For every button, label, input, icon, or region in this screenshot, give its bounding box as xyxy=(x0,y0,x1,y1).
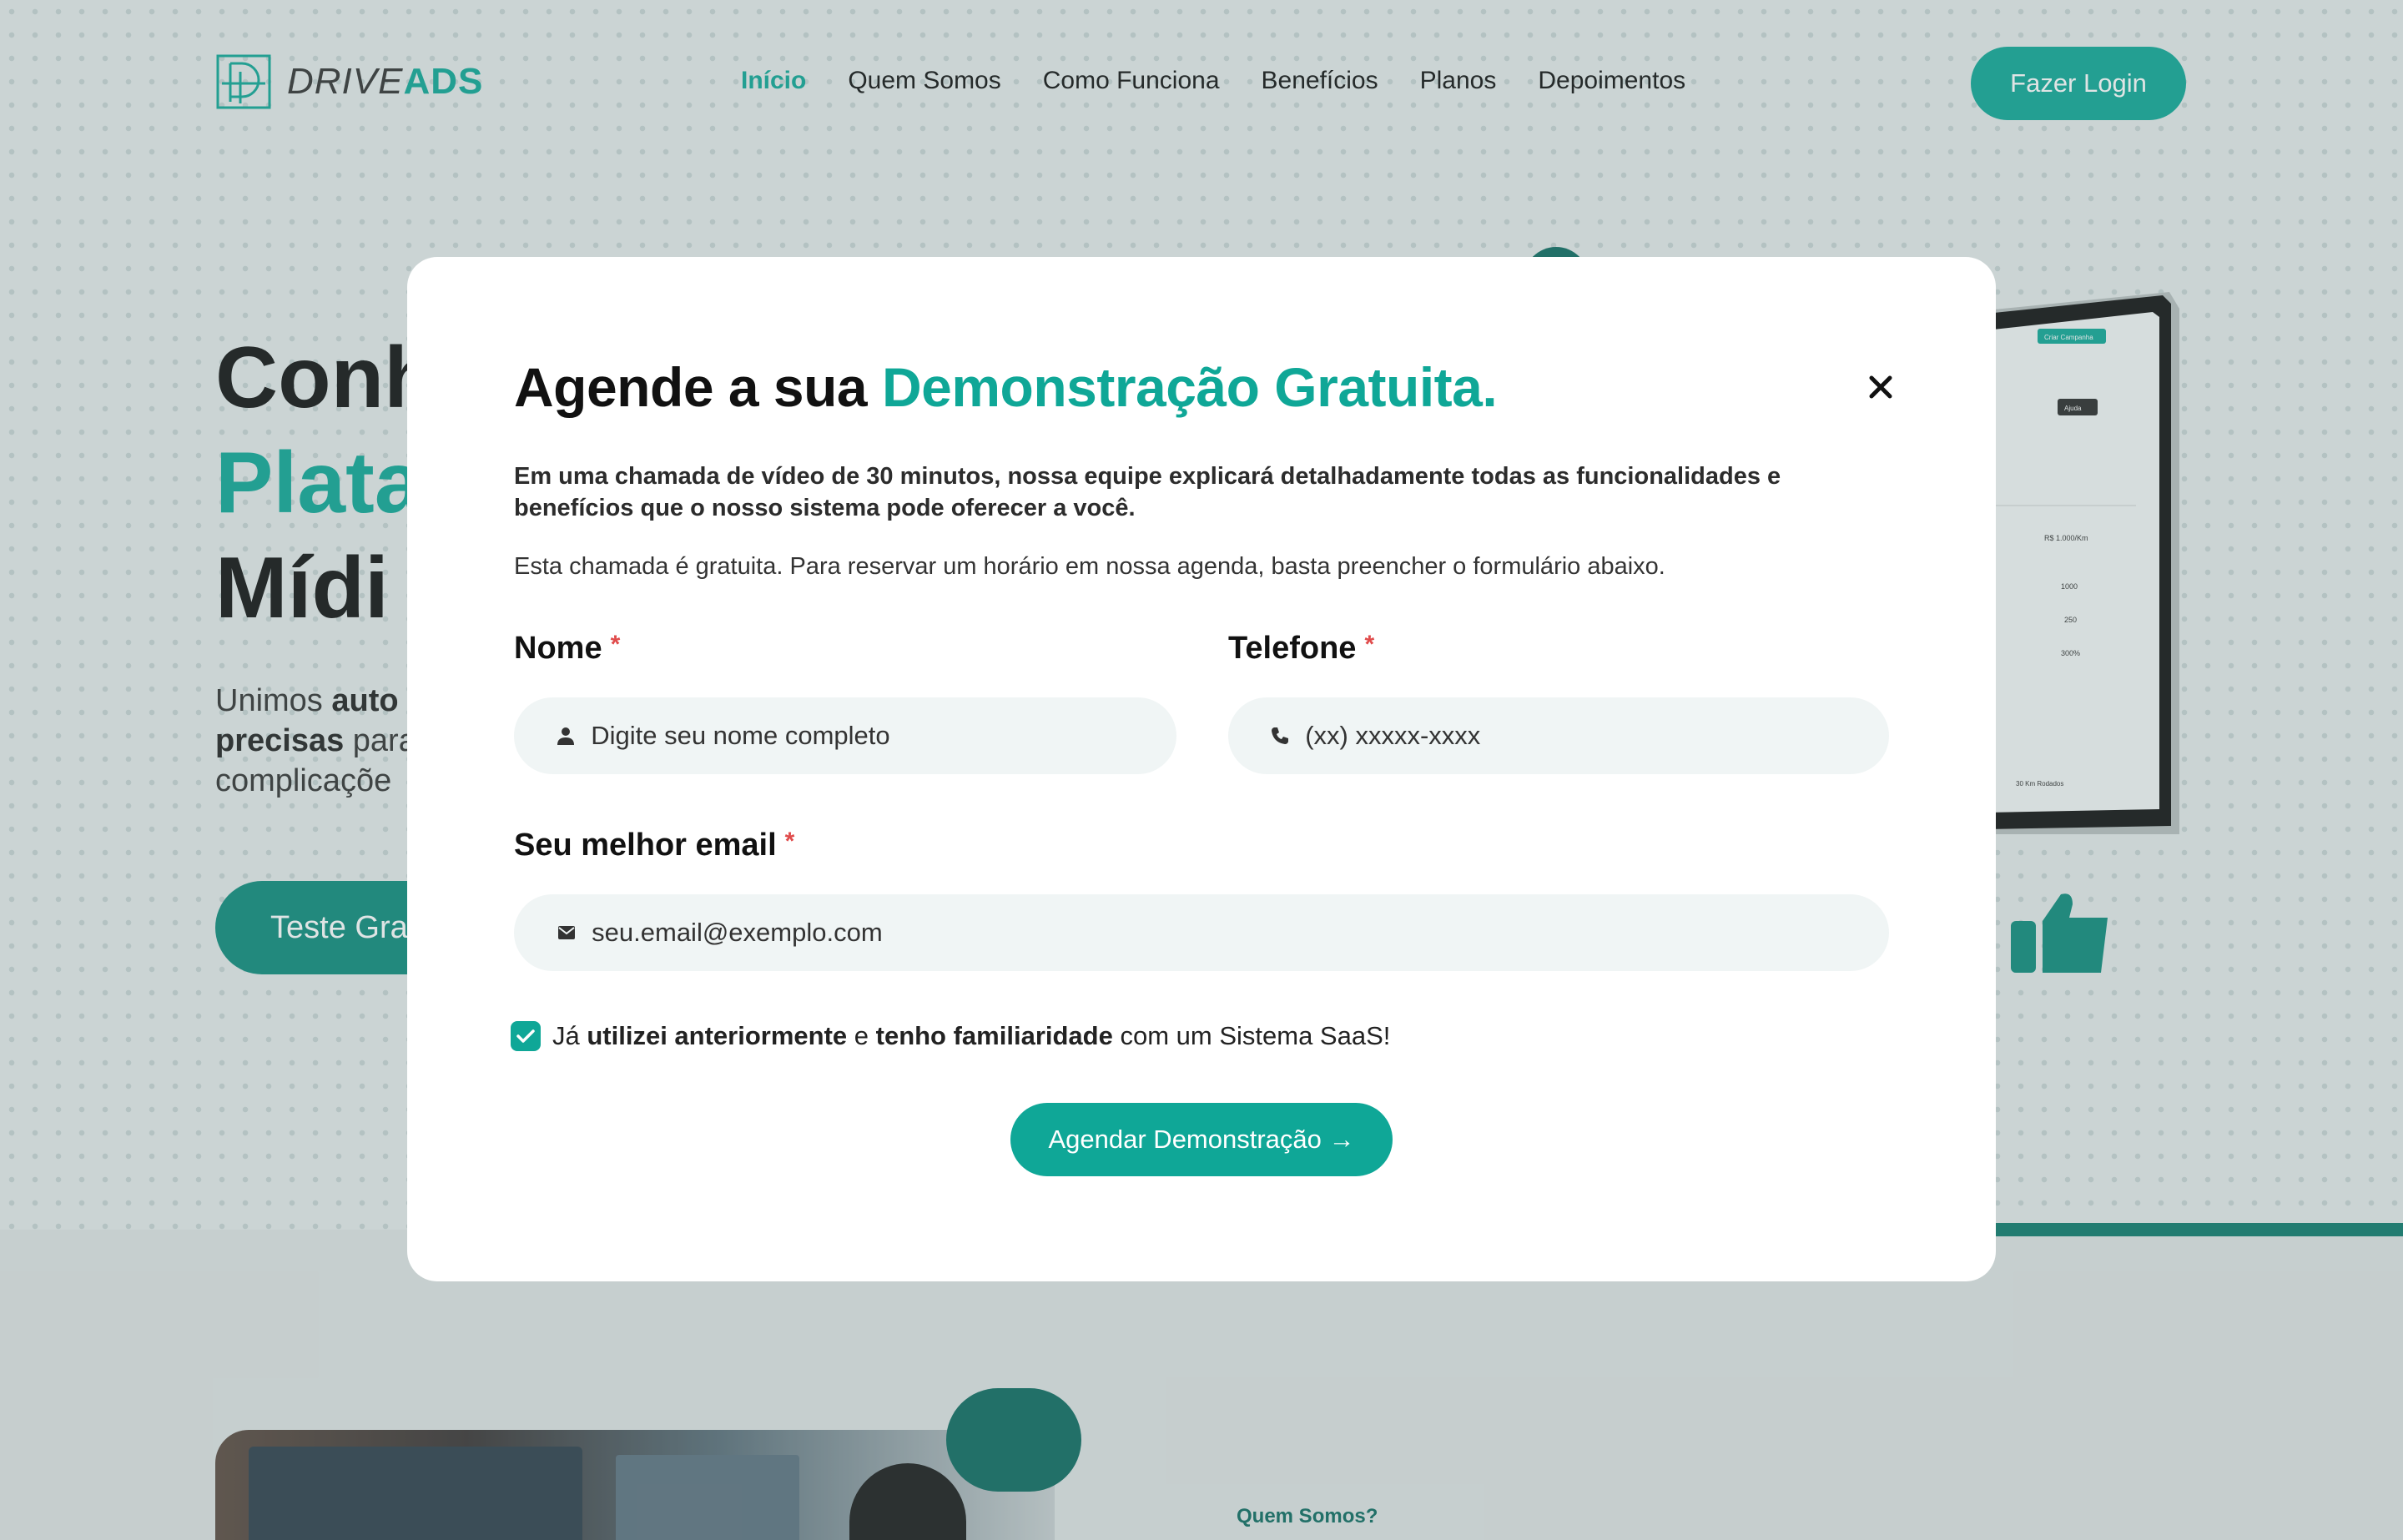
modal-description: Em uma chamada de vídeo de 30 minutos, n… xyxy=(514,463,1781,521)
email-field-wrapper xyxy=(514,894,1889,971)
demo-modal: Agende a sua Demonstração Gratuita. Em u… xyxy=(407,257,1996,1281)
phone-input[interactable] xyxy=(1305,721,1889,751)
checkmark-icon xyxy=(516,1029,535,1043)
saas-experience-option[interactable]: Já utilizei anteriormente e tenho famili… xyxy=(511,1021,1390,1051)
modal-title: Agende a sua Demonstração Gratuita. xyxy=(514,356,1498,418)
name-field-wrapper xyxy=(514,697,1176,774)
phone-label: Telefone * xyxy=(1228,631,1375,666)
checkbox-label: Já utilizei anteriormente e tenho famili… xyxy=(552,1021,1391,1050)
email-label: Seu melhor email * xyxy=(514,828,795,863)
phone-field-wrapper xyxy=(1228,697,1889,774)
name-input[interactable] xyxy=(591,721,1176,751)
email-input[interactable] xyxy=(592,918,1889,948)
saas-experience-checkbox[interactable] xyxy=(511,1021,541,1051)
schedule-demo-button[interactable]: Agendar Demonstração → xyxy=(1010,1103,1393,1176)
person-icon xyxy=(554,723,577,748)
close-icon xyxy=(1869,375,1892,399)
close-button[interactable] xyxy=(1862,369,1899,405)
mail-icon xyxy=(554,920,578,945)
phone-icon xyxy=(1268,723,1292,748)
modal-note: Esta chamada é gratuita. Para reservar u… xyxy=(514,553,1665,580)
name-label: Nome * xyxy=(514,631,621,666)
